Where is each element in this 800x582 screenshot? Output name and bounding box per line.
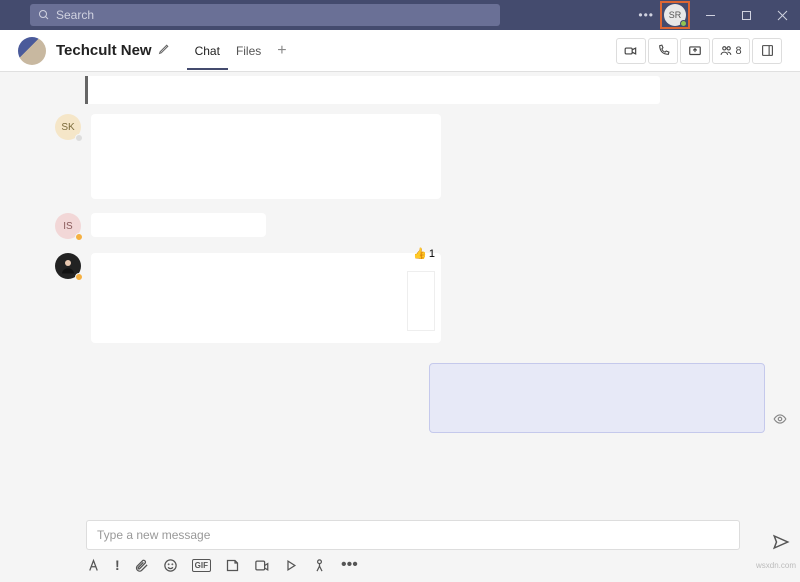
- search-icon: [38, 9, 50, 21]
- participants-count: 8: [735, 45, 741, 57]
- priority-icon[interactable]: !: [115, 557, 120, 573]
- audio-call-button[interactable]: [648, 38, 678, 64]
- message-bubble[interactable]: 👍 1: [91, 253, 441, 343]
- open-pane-button[interactable]: [752, 38, 782, 64]
- chat-header: Techcult New Chat Files + 8: [0, 30, 800, 72]
- message-bubble[interactable]: [91, 213, 266, 237]
- maximize-button[interactable]: [728, 0, 764, 30]
- avatar-is[interactable]: IS: [55, 213, 81, 239]
- attach-icon[interactable]: [134, 558, 149, 573]
- read-receipt-icon: [773, 412, 787, 431]
- emoji-icon[interactable]: [163, 558, 178, 573]
- composer: ! GIF •••: [86, 520, 740, 574]
- presence-offline-icon: [75, 134, 83, 142]
- header-actions: 8: [616, 38, 782, 64]
- edit-name-icon[interactable]: [158, 42, 171, 60]
- presence-away-icon: [75, 233, 83, 241]
- message-bubble[interactable]: [91, 114, 441, 199]
- person-icon: [59, 257, 77, 275]
- reaction-count: 1: [429, 248, 435, 260]
- search-box[interactable]: [30, 4, 500, 26]
- minimize-button[interactable]: [692, 0, 728, 30]
- group-avatar[interactable]: [18, 37, 46, 65]
- avatar-user[interactable]: [55, 253, 81, 279]
- sticker-icon[interactable]: [225, 558, 240, 573]
- participants-button[interactable]: 8: [712, 38, 750, 64]
- avatar-initials: SK: [61, 122, 74, 133]
- attachment-placeholder: [407, 271, 435, 331]
- gif-icon[interactable]: GIF: [192, 559, 211, 572]
- message-list: SK IS 👍 1: [0, 72, 800, 516]
- quoted-message: [85, 76, 660, 104]
- tab-files[interactable]: Files: [228, 32, 269, 70]
- my-message-row: [55, 363, 765, 433]
- schedule-meeting-icon[interactable]: [254, 558, 269, 573]
- reaction-badge[interactable]: 👍 1: [413, 247, 435, 260]
- search-input[interactable]: [56, 8, 492, 22]
- tab-chat[interactable]: Chat: [187, 32, 228, 70]
- watermark: wsxdn.com: [756, 561, 796, 570]
- praise-icon[interactable]: [312, 558, 327, 573]
- presence-available-icon: [680, 20, 687, 27]
- presence-away-icon: [75, 273, 83, 281]
- format-icon[interactable]: [86, 558, 101, 573]
- compose-toolbar: ! GIF •••: [86, 556, 740, 574]
- message-input[interactable]: [86, 520, 740, 550]
- profile-highlight: SR: [660, 1, 690, 29]
- profile-initials: SR: [669, 10, 682, 20]
- my-message-bubble[interactable]: [429, 363, 765, 433]
- avatar-initials: IS: [63, 221, 72, 232]
- more-compose-icon[interactable]: •••: [341, 556, 358, 574]
- message-row: IS: [55, 213, 765, 239]
- stream-icon[interactable]: [283, 558, 298, 573]
- chat-title: Techcult New: [56, 42, 152, 59]
- avatar-sk[interactable]: SK: [55, 114, 81, 140]
- close-button[interactable]: [764, 0, 800, 30]
- video-call-button[interactable]: [616, 38, 646, 64]
- thumbs-up-icon: 👍: [413, 247, 427, 260]
- add-tab-button[interactable]: +: [269, 42, 294, 60]
- profile-avatar[interactable]: SR: [664, 4, 686, 26]
- more-options[interactable]: •••: [632, 8, 660, 22]
- send-button[interactable]: [772, 533, 790, 556]
- titlebar: ••• SR: [0, 0, 800, 30]
- share-screen-button[interactable]: [680, 38, 710, 64]
- message-row: 👍 1: [55, 253, 765, 343]
- message-row: SK: [55, 114, 765, 199]
